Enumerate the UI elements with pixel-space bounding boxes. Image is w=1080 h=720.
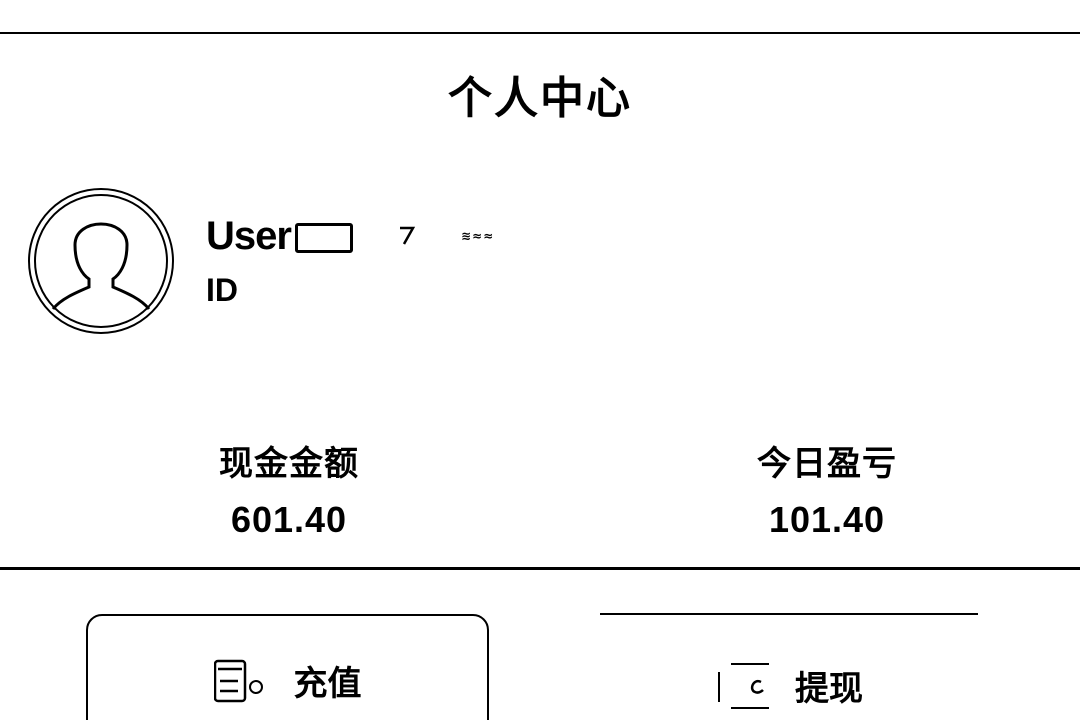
deposit-button[interactable]: 充值: [86, 614, 489, 720]
user-tag: ≋≈≈: [460, 229, 495, 243]
withdraw-button[interactable]: 提现: [600, 613, 978, 720]
today-pnl: 今日盈亏 101.40: [677, 436, 977, 541]
wallet-icon: [213, 659, 263, 702]
header-divider: [0, 32, 1080, 34]
user-info: User ≋≈≈ ID: [206, 208, 494, 309]
page-title: 个人中心: [448, 73, 632, 124]
card-icon: [718, 662, 769, 709]
section-divider: [0, 567, 1080, 570]
user-id-label: ID: [206, 272, 238, 308]
user-avatar-icon[interactable]: [27, 187, 175, 335]
cash-balance-value: 601.40: [230, 499, 348, 540]
cash-balance-label: 现金金额: [219, 444, 359, 484]
today-pnl-value: 101.40: [768, 499, 886, 540]
username-field[interactable]: [294, 223, 353, 253]
today-pnl-label: 今日盈亏: [757, 444, 897, 484]
username: User: [206, 213, 292, 258]
withdraw-label: 提现: [795, 669, 863, 709]
deposit-label: 充值: [293, 664, 362, 704]
edit-icon[interactable]: [397, 224, 417, 248]
cash-balance: 现金金额 601.40: [139, 436, 439, 541]
